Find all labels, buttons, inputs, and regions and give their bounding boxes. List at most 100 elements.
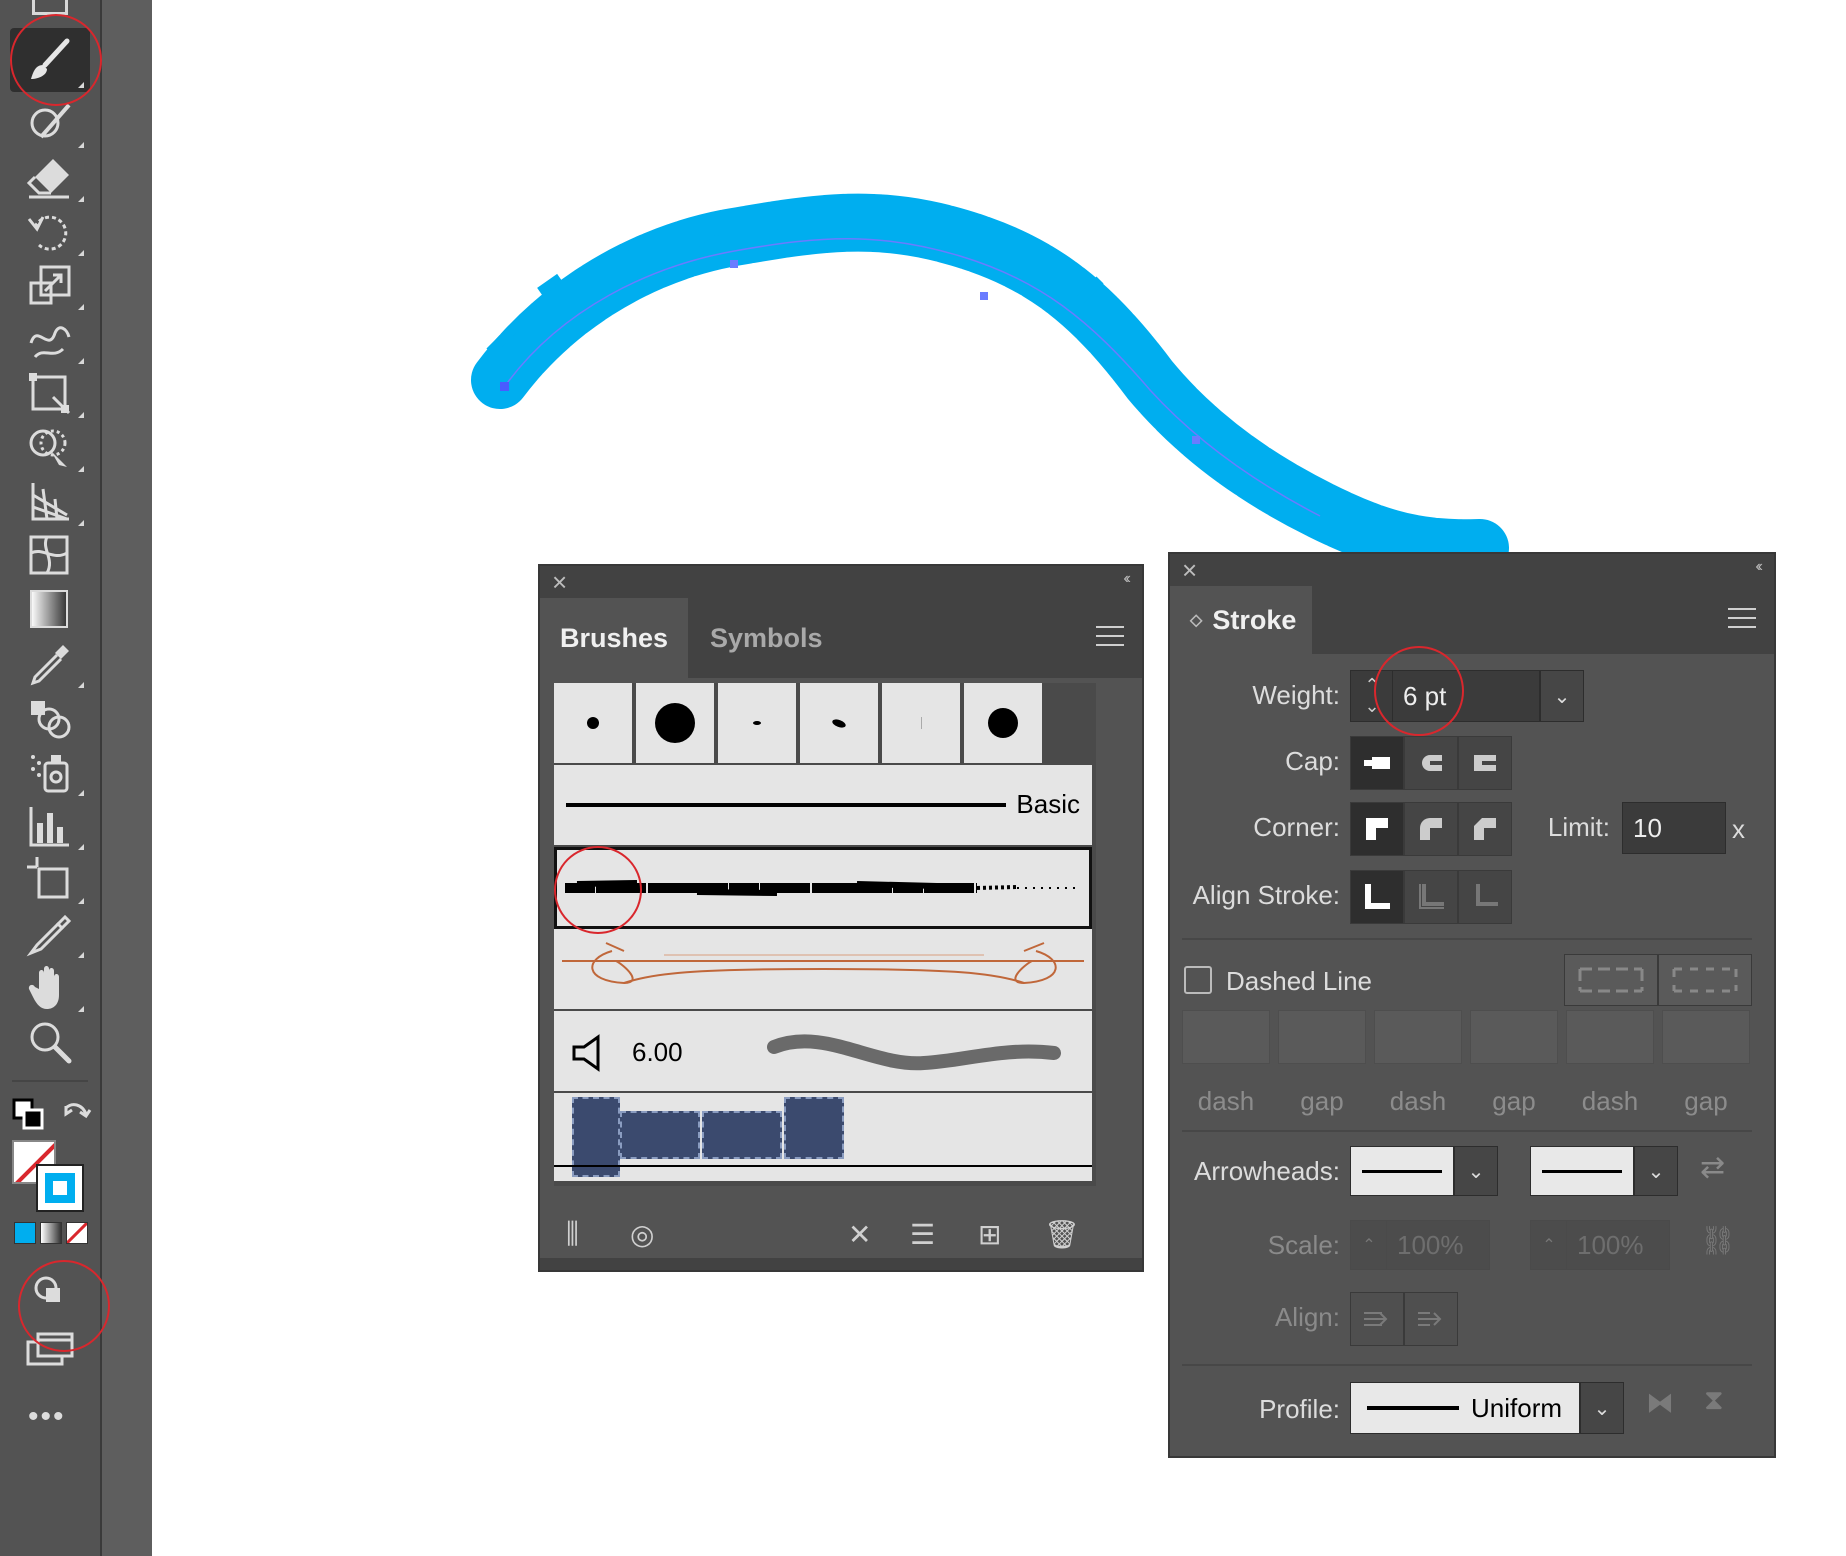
cc-libraries-icon[interactable]: ◎: [630, 1218, 654, 1251]
scale-label: Scale:: [1267, 1230, 1340, 1260]
separator: [1182, 1130, 1752, 1132]
stroke-menu-icon[interactable]: [1728, 608, 1756, 635]
brush-swatch[interactable]: [964, 683, 1044, 763]
gap-label: gap: [1684, 1086, 1728, 1116]
profile-dropdown-button[interactable]: ⌄: [1580, 1382, 1624, 1434]
profile-preview: [1367, 1406, 1459, 1410]
weight-input[interactable]: 6 pt: [1392, 670, 1540, 722]
basic-brush-label: Basic: [1016, 789, 1080, 819]
tab-brushes[interactable]: Brushes: [540, 598, 688, 678]
align-stroke-label: Align Stroke:: [1192, 880, 1340, 910]
limit-label: Limit:: [1547, 812, 1610, 842]
gap-label: gap: [1492, 1086, 1536, 1116]
align-center-button[interactable]: [1350, 870, 1404, 924]
charcoal-brush-preview: [565, 880, 1077, 896]
new-brush-icon[interactable]: ⊞: [978, 1218, 1001, 1251]
weight-stepper[interactable]: ⌃ ⌄: [1350, 670, 1394, 722]
separator: [1182, 938, 1752, 940]
brush-swatch[interactable]: [800, 683, 880, 763]
dash-label: dash: [1389, 1086, 1447, 1116]
brushes-panel-titlebar[interactable]: × ‹‹: [540, 566, 1142, 598]
weight-dropdown-button[interactable]: ⌄: [1540, 670, 1584, 722]
flip-across-icon[interactable]: ⧗: [1704, 1384, 1724, 1417]
bristle-brush-preview: [767, 1034, 1061, 1071]
tab-stroke[interactable]: ◇ Stroke: [1170, 586, 1312, 654]
dashed-line-label: Dashed Line: [1226, 966, 1372, 996]
end-scale-stepper[interactable]: ⌃: [1530, 1220, 1568, 1270]
profile-select[interactable]: Uniform: [1350, 1382, 1580, 1434]
anchor-point: [730, 260, 738, 268]
bristle-brush-icon: [572, 1034, 600, 1072]
profile-value: Uniform: [1471, 1392, 1563, 1423]
basic-brush-row[interactable]: Basic: [554, 765, 1092, 847]
brushes-menu-icon[interactable]: [1096, 626, 1124, 653]
arrow-brush-row[interactable]: [554, 929, 1092, 1011]
dash-field-1[interactable]: [1182, 1010, 1270, 1064]
round-join-button[interactable]: [1404, 802, 1458, 856]
dash-field-2[interactable]: [1374, 1010, 1462, 1064]
anchor-point: [1192, 436, 1200, 444]
stroke-close-button[interactable]: ×: [1182, 556, 1197, 584]
start-arrowhead-dropdown[interactable]: ⌄: [1454, 1146, 1498, 1196]
align-label: Align:: [1274, 1302, 1340, 1332]
dashed-line-checkbox[interactable]: [1184, 966, 1212, 994]
stroke-collapse-button[interactable]: ‹‹: [1755, 558, 1762, 576]
butt-cap-button[interactable]: [1350, 736, 1404, 790]
remove-brush-stroke-icon[interactable]: ✕: [848, 1218, 871, 1251]
bristle-brush-value: 6.00: [632, 1037, 683, 1067]
arrow-tip-extends-button[interactable]: [1350, 1292, 1404, 1346]
flip-along-icon[interactable]: ⧓: [1646, 1386, 1674, 1419]
bristle-brush-row[interactable]: 6.00: [554, 1011, 1092, 1093]
brush-swatch[interactable]: [554, 683, 634, 763]
link-scale-icon[interactable]: ⛓: [1700, 1224, 1736, 1257]
stroke-panel-titlebar[interactable]: × ‹‹: [1170, 554, 1774, 586]
gap-field-2[interactable]: [1470, 1010, 1558, 1064]
brush-swatch[interactable]: [882, 683, 962, 763]
calligraphic-brush-row: [554, 683, 1092, 765]
pattern-brush-row[interactable]: [554, 1093, 1092, 1183]
gap-field-1[interactable]: [1278, 1010, 1366, 1064]
brushes-resize-grip[interactable]: [540, 1258, 1142, 1270]
align-inside-button[interactable]: [1404, 870, 1458, 924]
anchor-point: [980, 292, 988, 300]
arrow-brush-preview: [562, 942, 1084, 985]
brushes-close-button[interactable]: ×: [552, 568, 567, 596]
align-dashes-button[interactable]: [1658, 954, 1752, 1006]
stroke-tabbar: ◇ Stroke: [1170, 586, 1774, 654]
end-arrowhead-dropdown[interactable]: ⌄: [1634, 1146, 1678, 1196]
start-scale-input[interactable]: 100%: [1386, 1220, 1490, 1270]
end-arrowhead-select[interactable]: [1530, 1146, 1634, 1196]
brushes-panel: × ‹‹ Brushes Symbols Basic 6.00 ⫼ ◎ ✕ ☰ …: [538, 564, 1144, 1272]
miter-join-button[interactable]: [1350, 802, 1404, 856]
align-outside-button[interactable]: [1458, 870, 1512, 924]
round-cap-button[interactable]: [1404, 736, 1458, 790]
gap-field-3[interactable]: [1662, 1010, 1750, 1064]
brush-swatch[interactable]: [718, 683, 798, 763]
brushes-tabbar: Brushes Symbols: [540, 598, 1142, 678]
arrow-tip-at-end-button[interactable]: [1404, 1292, 1458, 1346]
preserve-dashes-button[interactable]: [1564, 954, 1658, 1006]
anchor-point: [500, 382, 509, 391]
brush-options-icon[interactable]: ☰: [910, 1218, 935, 1251]
arrowheads-label: Arrowheads:: [1194, 1156, 1340, 1186]
stroke-title: Stroke: [1212, 604, 1297, 635]
gap-label: gap: [1300, 1086, 1344, 1116]
corner-label: Corner:: [1253, 812, 1340, 842]
end-scale-input[interactable]: 100%: [1566, 1220, 1670, 1270]
start-arrowhead-select[interactable]: [1350, 1146, 1454, 1196]
brush-libraries-icon[interactable]: ⫼: [566, 1218, 579, 1251]
brushes-collapse-button[interactable]: ‹‹: [1123, 570, 1130, 588]
projecting-cap-button[interactable]: [1458, 736, 1512, 790]
bevel-join-button[interactable]: [1458, 802, 1512, 856]
tab-symbols[interactable]: Symbols: [690, 598, 840, 678]
dash-field-3[interactable]: [1566, 1010, 1654, 1064]
limit-input[interactable]: 10: [1622, 802, 1726, 854]
charcoal-brush-row[interactable]: [554, 847, 1092, 929]
brush-swatch[interactable]: [636, 683, 716, 763]
limit-unit: x: [1732, 814, 1745, 844]
start-scale-stepper[interactable]: ⌃: [1350, 1220, 1388, 1270]
delete-brush-icon[interactable]: 🗑: [1044, 1218, 1080, 1251]
separator: [1182, 1364, 1752, 1366]
swap-arrowheads-icon[interactable]: ⇄: [1700, 1150, 1725, 1185]
dash-label: dash: [1197, 1086, 1255, 1116]
